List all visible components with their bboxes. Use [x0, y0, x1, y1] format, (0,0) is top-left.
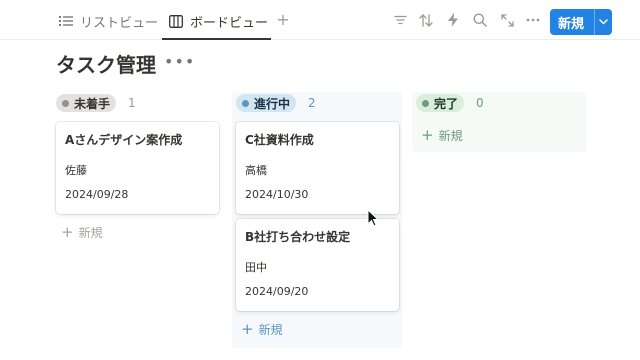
new-button[interactable]: 新規 [550, 9, 612, 35]
card-title: Aさんデザイン案作成 [65, 133, 183, 147]
card-assignee: 佐藤 [65, 164, 87, 177]
new-button-label: 新規 [558, 16, 585, 32]
column-count: 0 [476, 96, 484, 110]
add-card-label: 新規 [438, 128, 463, 143]
status-label: 進行中 [254, 96, 291, 111]
card-c-material[interactable]: C社資料作成 高橋 2024/10/30 [236, 122, 399, 214]
title-more-icon[interactable]: ••• [164, 52, 195, 71]
plus-icon: + [421, 125, 434, 144]
mouse-cursor-icon [367, 209, 379, 227]
board-icon [168, 13, 184, 29]
status-badge-in-progress: 進行中 [236, 94, 297, 112]
status-badge-done: 完了 [416, 94, 465, 112]
active-tab-indicator [162, 38, 271, 40]
status-badge-todo: 未着手 [56, 94, 117, 112]
add-card-label: 新規 [258, 322, 283, 337]
status-label: 未着手 [74, 96, 111, 111]
card-assignee: 高橋 [245, 164, 267, 177]
plus-icon: + [241, 319, 254, 338]
add-card-label: 新規 [78, 225, 103, 240]
card-assignee: 田中 [245, 261, 267, 274]
expand-icon[interactable] [498, 11, 516, 29]
tab-board-view-label: ボードビュー [190, 15, 269, 31]
card-date: 2024/09/28 [65, 188, 129, 201]
card-title: B社打ち合わせ設定 [245, 230, 351, 244]
chevron-down-icon[interactable] [595, 19, 612, 25]
column-count: 2 [308, 96, 316, 110]
automation-bolt-icon[interactable] [444, 11, 462, 29]
status-label: 完了 [434, 96, 459, 111]
plus-icon: + [61, 222, 74, 241]
column-header-done: 完了 0 [416, 93, 484, 113]
card-b-meeting[interactable]: B社打ち合わせ設定 田中 2024/09/20 [236, 219, 399, 311]
page-title: タスク管理 [56, 53, 156, 77]
status-dot-icon [242, 99, 249, 107]
search-icon[interactable] [471, 11, 489, 29]
column-header-in-progress: 進行中 2 [236, 93, 316, 113]
sort-icon[interactable] [417, 11, 435, 29]
tab-list-view-label: リストビュー [80, 15, 159, 31]
add-card-button-in-progress[interactable]: + 新規 [241, 319, 283, 339]
column-header-todo: 未着手 1 [56, 93, 136, 113]
column-count: 1 [128, 96, 136, 110]
tab-board-view[interactable]: ボードビュー [168, 10, 268, 32]
filter-icon[interactable] [391, 11, 409, 29]
card-date: 2024/09/20 [245, 285, 309, 298]
add-card-button-done[interactable]: + 新規 [421, 125, 463, 145]
card-title: C社資料作成 [245, 133, 314, 147]
add-view-button[interactable]: + [274, 10, 292, 30]
tab-list-view[interactable]: リストビュー [58, 10, 158, 32]
card-a-design[interactable]: Aさんデザイン案作成 佐藤 2024/09/28 [56, 122, 219, 214]
view-toolbar: リストビュー ボードビュー + 新規 [0, 0, 640, 40]
more-icon[interactable] [524, 11, 542, 29]
list-icon [58, 13, 74, 29]
status-dot-icon [62, 99, 69, 107]
card-date: 2024/10/30 [245, 188, 309, 201]
status-dot-icon [422, 99, 429, 107]
add-card-button-todo[interactable]: + 新規 [61, 222, 103, 242]
